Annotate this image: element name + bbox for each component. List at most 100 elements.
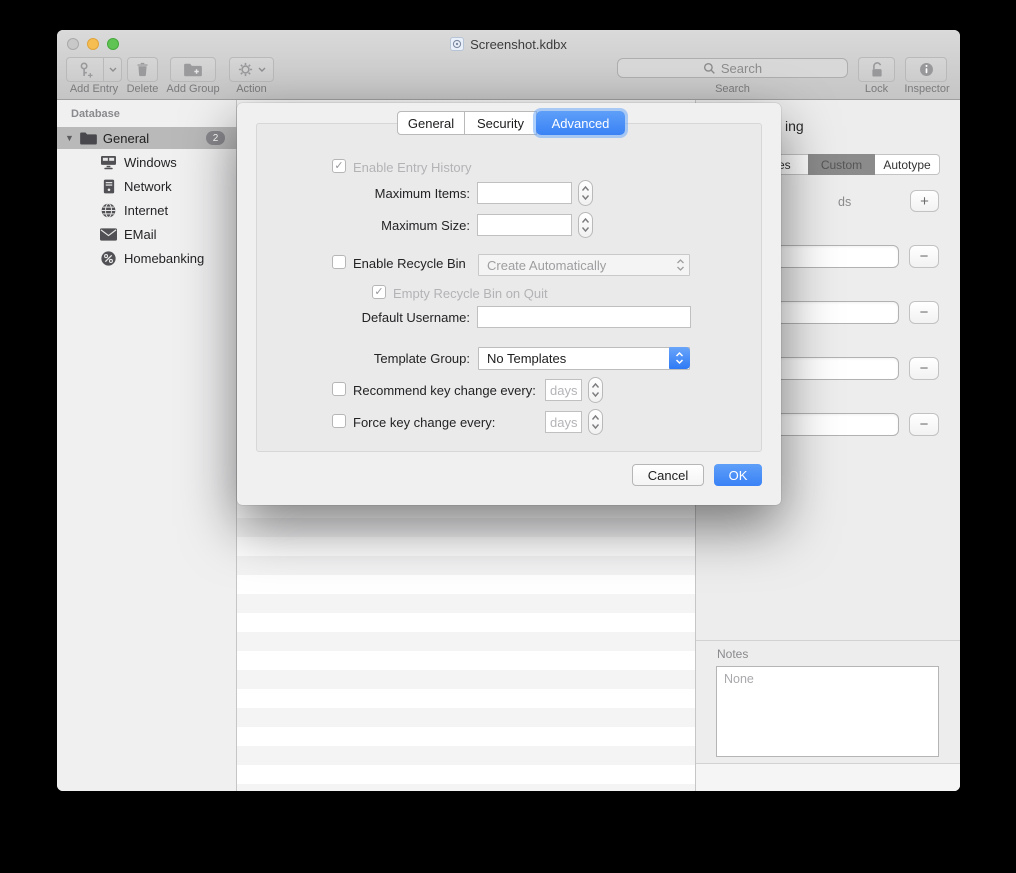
entry-list-row [237,556,695,575]
sidebar-item-label: General [103,131,149,146]
entry-list-row [237,575,695,594]
add-entry-button[interactable] [66,57,122,82]
enable-entry-history-checkbox[interactable]: ✓ [332,159,346,173]
add-entry-label: Add Entry [61,83,127,96]
remove-custom-field-button[interactable]: − [909,357,939,380]
inspector-button[interactable] [905,57,947,82]
trash-icon [134,61,151,78]
entry-list-row [237,727,695,746]
entry-list-row [237,518,695,537]
plus-icon: + [920,193,929,210]
custom-fields-label-fragment: ds [838,195,851,209]
ok-button[interactable]: OK [714,464,762,486]
add-group-label: Add Group [161,83,225,96]
enable-recycle-bin-checkbox[interactable] [332,255,346,269]
envelope-icon [100,228,117,241]
minus-icon: − [920,304,929,321]
folder-plus-icon [183,62,203,78]
search-input[interactable]: Search [617,58,848,78]
recommend-days-stepper[interactable] [588,377,603,403]
force-days-stepper[interactable] [588,409,603,435]
entry-list-row [237,537,695,556]
maximum-items-stepper[interactable] [578,180,593,206]
action-dropdown-icon [258,67,266,72]
key-plus-icon [67,61,103,79]
sidebar-section-header: Database [71,108,120,120]
info-icon [918,61,935,78]
recommend-key-change-label: Recommend key change every: [353,383,536,398]
recycle-bin-mode-popup[interactable]: Create Automatically [478,254,690,276]
folder-icon [80,132,97,145]
divider [696,640,960,641]
sidebar-item-label: Windows [124,155,177,170]
search-icon [703,62,716,75]
sidebar: Database ▼ General 2 Windows Networ [57,100,237,791]
inspector-tab-autotype[interactable]: Autotype [875,154,940,175]
default-username-input[interactable] [477,306,691,328]
force-days-input[interactable] [545,411,582,433]
enable-recycle-bin-label: Enable Recycle Bin [353,256,466,271]
tab-advanced[interactable]: Advanced [536,111,625,135]
entry-list-row [237,689,695,708]
inspector-label: Inspector [902,83,952,96]
entry-list-row [237,708,695,727]
search-placeholder: Search [721,61,762,76]
delete-label: Delete [121,83,164,96]
action-label: Action [229,83,274,96]
add-custom-field-button[interactable]: + [910,190,939,212]
force-key-change-checkbox[interactable] [332,414,346,428]
add-entry-dropdown-icon[interactable] [104,67,121,72]
maximum-size-input[interactable] [477,214,572,236]
disclosure-triangle-icon[interactable]: ▼ [65,133,74,143]
entry-list-row [237,594,695,613]
entry-count-badge: 2 [206,131,225,145]
template-group-popup[interactable]: No Templates [478,347,690,370]
sidebar-item-windows[interactable]: Windows [57,150,237,174]
maximum-size-label: Maximum Size: [250,218,470,233]
delete-button[interactable] [127,57,158,82]
action-button[interactable] [229,57,274,82]
default-username-label: Default Username: [250,310,470,325]
popup-blue-cap [669,347,690,369]
notes-textarea[interactable] [716,666,939,757]
maximum-items-input[interactable] [477,182,572,204]
sidebar-item-internet[interactable]: Internet [57,198,237,222]
maximum-size-stepper[interactable] [578,212,593,238]
recommend-days-input[interactable] [545,379,582,401]
cancel-button[interactable]: Cancel [632,464,704,486]
entry-list-row [237,632,695,651]
maximum-items-label: Maximum Items: [250,186,470,201]
window-title: Screenshot.kdbx [470,37,567,52]
sidebar-item-general[interactable]: ▼ General 2 [57,127,237,149]
template-group-value: No Templates [487,351,566,366]
inspector-tab-custom[interactable]: Custom [808,154,875,175]
remove-custom-field-button[interactable]: − [909,301,939,324]
remove-custom-field-button[interactable]: − [909,413,939,436]
sidebar-item-network[interactable]: Network [57,174,237,198]
lock-button[interactable] [858,57,895,82]
sidebar-item-email[interactable]: EMail [57,222,237,246]
tab-general[interactable]: General [397,111,465,135]
empty-recycle-bin-checkbox[interactable]: ✓ [372,285,386,299]
entry-list-row [237,670,695,689]
entry-list-row [237,651,695,670]
percent-circle-icon [100,251,117,266]
search-label: Search [617,83,848,96]
empty-recycle-bin-label: Empty Recycle Bin on Quit [393,286,548,301]
gear-icon [237,61,254,78]
sidebar-item-homebanking[interactable]: Homebanking [57,246,237,270]
add-group-button[interactable] [170,57,216,82]
minus-icon: − [920,360,929,377]
window-chrome: Screenshot.kdbx Add Entry Delete [57,30,960,100]
sidebar-item-label: Homebanking [124,251,204,266]
inspector-title-fragment: ing [785,118,804,134]
inspector-footer [696,764,960,791]
remove-custom-field-button[interactable]: − [909,245,939,268]
notes-label: Notes [717,647,748,661]
padlock-open-icon [869,61,885,79]
recommend-key-change-checkbox[interactable] [332,382,346,396]
tab-security[interactable]: Security [465,111,537,135]
computers-icon [100,155,117,170]
recycle-bin-mode-value: Create Automatically [487,258,606,273]
lock-label: Lock [858,83,895,96]
